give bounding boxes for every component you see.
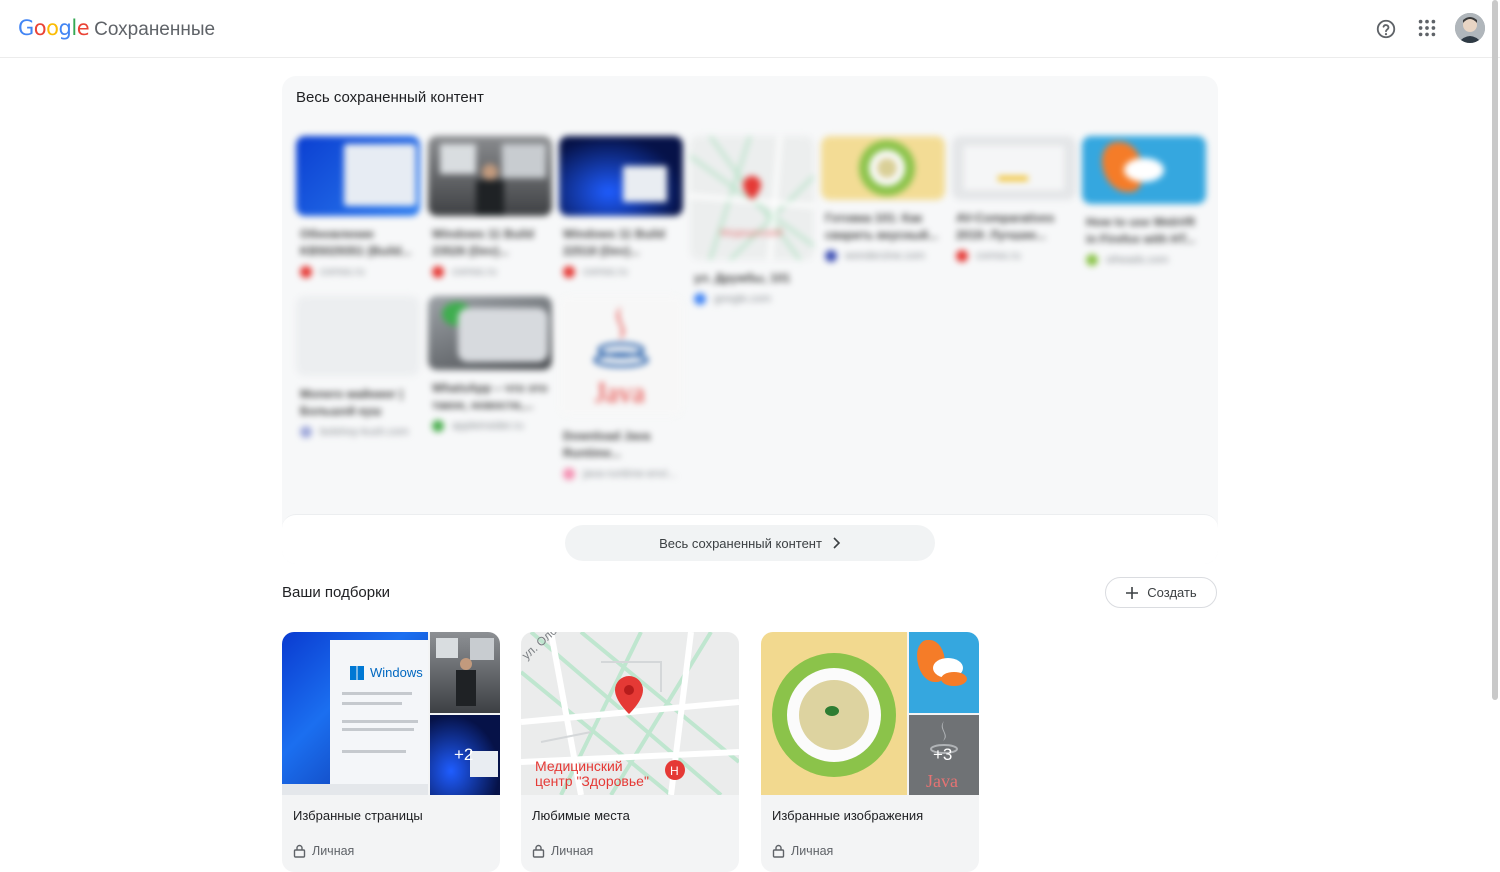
- chevron-right-icon: [833, 537, 841, 549]
- item-source: comss.ru: [583, 266, 628, 278]
- site-favicon-icon: [694, 293, 706, 305]
- page-scrollbar[interactable]: [1492, 0, 1498, 700]
- top-bar: Google Сохраненные: [0, 0, 1500, 58]
- lock-icon: [532, 844, 545, 858]
- collection-cover: Windows +2: [282, 632, 500, 795]
- saved-item[interactable]: AV-Comparatives 2019: Лучшие... comss.ru: [952, 136, 1076, 262]
- plus-icon: [1126, 586, 1139, 599]
- saved-content-title: Весь сохраненный контент: [296, 89, 484, 106]
- logo-letter: G: [18, 16, 34, 40]
- view-all-saved-button[interactable]: Весь сохраненный контент: [565, 525, 935, 561]
- site-favicon-icon: [1086, 254, 1098, 266]
- item-thumbnail: [428, 136, 552, 216]
- item-source: java-runtime-envi...: [583, 468, 677, 480]
- collection-name: Избранные страницы: [293, 808, 423, 823]
- saved-item[interactable]: How to use WebVR in Firefox with HT... o…: [1082, 136, 1206, 266]
- item-source: bolshoy-kush.com: [320, 426, 409, 438]
- saved-item[interactable]: Windows 11 Build 22518 (Dev)... comss.ru: [559, 136, 683, 278]
- site-favicon-icon: [432, 266, 444, 278]
- item-source: oiheads.com: [1106, 254, 1169, 266]
- create-label: Создать: [1147, 585, 1197, 600]
- item-title: WhatsApp – что это такое, новости,...: [432, 381, 548, 412]
- collection-card[interactable]: Windows +2 Избранные страницы Личная: [282, 632, 500, 872]
- create-collection-button[interactable]: Создать: [1105, 577, 1217, 608]
- lock-icon: [772, 844, 785, 858]
- item-thumbnail: [1082, 136, 1206, 204]
- svg-text:H: H: [670, 764, 679, 778]
- more-count: +2: [454, 745, 474, 764]
- saved-item[interactable]: Медицинский ул. Дружбы, 101 google.com: [690, 136, 814, 305]
- item-title: Готовка 101: Как сварить вкусный...: [825, 211, 939, 242]
- brand[interactable]: Google Сохраненные: [18, 16, 215, 41]
- account-avatar[interactable]: [1455, 13, 1485, 43]
- item-source: google.com: [714, 293, 771, 305]
- saved-item[interactable]: Windows 11 Build 23526 (Dev)... comss.ru: [428, 136, 552, 278]
- item-title: ул. Дружбы, 101: [694, 271, 791, 285]
- logo-letter: o: [46, 16, 59, 40]
- svg-text:Медицинский: Медицинский: [720, 228, 783, 239]
- java-text: Java: [595, 378, 645, 409]
- item-thumbnail: [428, 296, 552, 370]
- site-favicon-icon: [956, 250, 968, 262]
- item-thumbnail: [296, 136, 420, 216]
- item-thumbnail: [559, 136, 683, 216]
- logo-letter: e: [76, 16, 90, 40]
- item-title: Обновление KB5029351 (Build...: [300, 227, 412, 258]
- saved-item[interactable]: WhatsApp – что это такое, новости,... ap…: [428, 296, 552, 432]
- saved-item[interactable]: Monero майнинг | Большой куш bolshoy-kus…: [296, 296, 420, 438]
- site-favicon-icon: [563, 468, 575, 480]
- saved-content-panel: Весь сохраненный контент Обновление KB50…: [282, 76, 1218, 564]
- item-title: Monero майнинг | Большой куш: [300, 387, 403, 418]
- collection-name: Любимые места: [532, 808, 630, 823]
- item-thumbnail: [952, 136, 1076, 200]
- help-icon[interactable]: [1375, 18, 1397, 40]
- item-thumbnail: Java: [559, 296, 683, 416]
- item-title: How to use WebVR in Firefox with HT...: [1086, 215, 1196, 246]
- collection-card[interactable]: Java +3 Избранные изображения Личная: [761, 632, 979, 872]
- privacy-label: Личная: [312, 844, 355, 858]
- apps-grid-icon[interactable]: [1416, 17, 1438, 39]
- item-thumbnail: [296, 296, 420, 376]
- site-favicon-icon: [300, 266, 312, 278]
- product-name: Сохраненные: [94, 19, 216, 40]
- item-title: AV-Comparatives 2019: Лучшие...: [956, 211, 1055, 242]
- saved-item[interactable]: Готовка 101: Как сварить вкусный... wond…: [821, 136, 945, 262]
- collections-title: Ваши подборки: [282, 584, 391, 601]
- item-source: comss.ru: [976, 250, 1021, 262]
- item-thumbnail: Медицинский: [690, 136, 814, 260]
- item-source: appleinsider.ru: [452, 420, 524, 432]
- logo-letter: o: [33, 16, 47, 40]
- privacy-label: Личная: [551, 844, 594, 858]
- windows-logo-text: Windows: [370, 665, 423, 680]
- saved-item[interactable]: Обновление KB5029351 (Build... comss.ru: [296, 136, 420, 278]
- more-count: +3: [933, 745, 953, 764]
- site-favicon-icon: [432, 420, 444, 432]
- item-source: comss.ru: [452, 266, 497, 278]
- map-poi-label: Медицинский центр "Здоровье": [535, 758, 649, 789]
- collection-cover: Java +3: [761, 632, 979, 795]
- collection-name: Избранные изображения: [772, 808, 924, 823]
- google-logo: Google: [18, 16, 90, 40]
- item-title: Windows 11 Build 23526 (Dev)...: [432, 227, 534, 258]
- java-text: Java: [926, 771, 958, 791]
- collection-card[interactable]: H ул. Оломоу Медицинский центр "Здоровье…: [521, 632, 739, 872]
- site-favicon-icon: [825, 250, 837, 262]
- item-source: wonderzine.com: [845, 250, 926, 262]
- item-title: Download Java Runtime...: [563, 429, 651, 460]
- logo-letter: g: [58, 16, 72, 40]
- item-source: comss.ru: [320, 266, 365, 278]
- collection-cover: H ул. Оломоу Медицинский центр "Здоровье…: [521, 632, 739, 795]
- privacy-label: Личная: [791, 844, 834, 858]
- site-favicon-icon: [300, 426, 312, 438]
- lock-icon: [293, 844, 306, 858]
- saved-item[interactable]: Java Download Java Runtime... java-runti…: [559, 296, 683, 480]
- item-thumbnail: [821, 136, 945, 200]
- view-all-label: Весь сохраненный контент: [659, 535, 822, 551]
- site-favicon-icon: [563, 266, 575, 278]
- item-title: Windows 11 Build 22518 (Dev)...: [563, 227, 665, 258]
